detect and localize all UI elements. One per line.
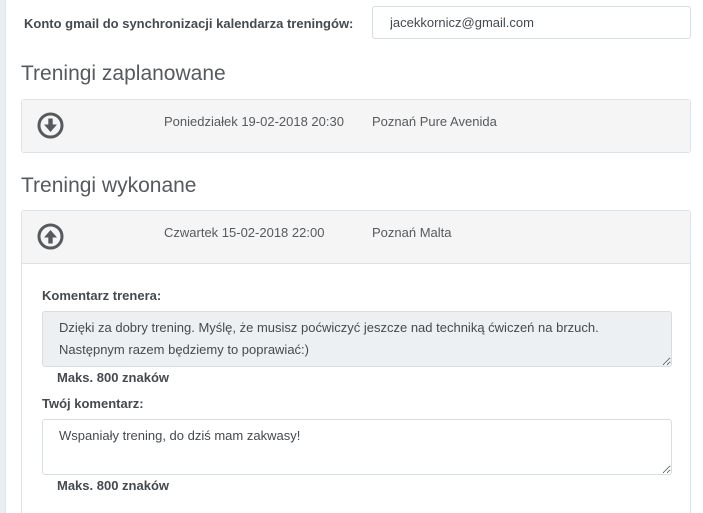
- training-place: Poznań Malta: [372, 225, 452, 240]
- trainer-comment-label: Komentarz trenera:: [42, 288, 162, 303]
- gmail-email-input[interactable]: [372, 6, 691, 39]
- training-place: Poznań Pure Avenida: [372, 114, 497, 129]
- your-comment-textarea[interactable]: Wspaniały trening, do dziś mam zakwasy!: [42, 419, 672, 475]
- trainer-comment-char-limit: Maks. 800 znaków: [57, 370, 169, 385]
- planned-training-card: Poniedziałek 19-02-2018 20:30 Poznań Pur…: [21, 99, 691, 153]
- planned-training-header[interactable]: Poniedziałek 19-02-2018 20:30 Poznań Pur…: [22, 100, 690, 152]
- arrow-circle-down-icon[interactable]: [37, 112, 64, 139]
- your-comment-label: Twój komentarz:: [42, 396, 144, 411]
- completed-training-header[interactable]: Czwartek 15-02-2018 22:00 Poznań Malta: [22, 211, 690, 263]
- training-date: Czwartek 15-02-2018 22:00: [164, 225, 325, 240]
- completed-training-details: Komentarz trenera: Dzięki za dobry treni…: [22, 263, 690, 513]
- training-date: Poniedziałek 19-02-2018 20:30: [164, 114, 344, 129]
- planned-trainings-title: Treningi zaplanowane: [21, 62, 226, 85]
- trainer-comment-textarea[interactable]: Dzięki za dobry trening. Myślę, że musis…: [42, 311, 672, 367]
- left-border: [0, 0, 6, 513]
- arrow-circle-up-icon[interactable]: [37, 223, 64, 250]
- your-comment-char-limit: Maks. 800 znaków: [57, 478, 169, 493]
- gmail-sync-row: Konto gmail do synchronizacji kalendarza…: [24, 6, 693, 41]
- training-page: Konto gmail do synchronizacji kalendarza…: [0, 0, 703, 513]
- completed-trainings-title: Treningi wykonane: [21, 174, 197, 197]
- completed-training-card: Czwartek 15-02-2018 22:00 Poznań Malta K…: [21, 210, 691, 513]
- gmail-sync-label: Konto gmail do synchronizacji kalendarza…: [24, 16, 354, 31]
